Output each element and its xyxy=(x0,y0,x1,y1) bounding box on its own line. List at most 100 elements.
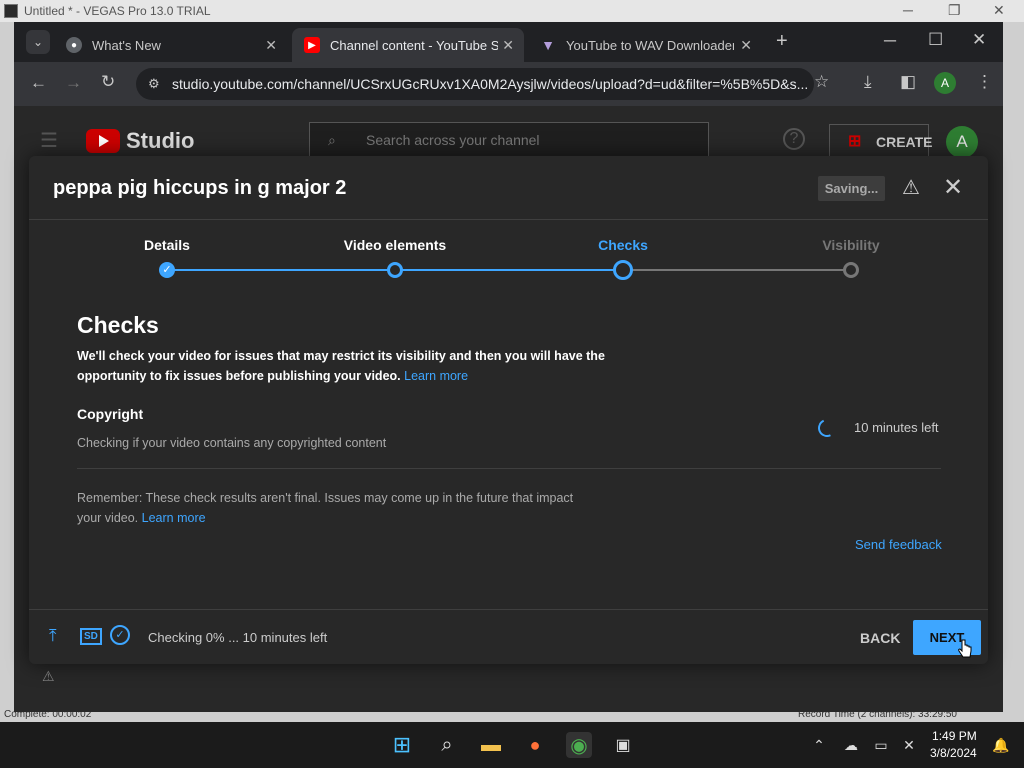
step-visibility[interactable]: Visibility xyxy=(771,237,931,253)
vegas-logo-icon xyxy=(4,4,18,18)
send-feedback-link[interactable]: Send feedback xyxy=(855,537,942,552)
upload-dialog: peppa pig hiccups in g major 2 Saving...… xyxy=(29,156,988,664)
windows-start-icon[interactable]: ⊞ xyxy=(389,732,415,758)
tab-label: Channel content - YouTube Studio xyxy=(330,37,498,53)
chrome-icon: ● xyxy=(66,37,82,53)
studio-logo[interactable]: Studio xyxy=(86,128,194,154)
search-placeholder: Search across your channel xyxy=(366,132,540,148)
vegas-title-bar: Untitled * - VEGAS Pro 13.0 TRIAL ─ ❐ ✕ xyxy=(0,0,1024,22)
vegas-taskbar-icon[interactable]: ▣ xyxy=(610,732,636,758)
step-details[interactable]: Details xyxy=(87,237,247,253)
vegas-left-panel xyxy=(0,22,14,722)
bookmark-star-icon[interactable]: ☆ xyxy=(814,72,829,92)
progress-line-pending xyxy=(623,269,851,271)
v-logo-icon: ▼ xyxy=(541,37,555,53)
tab-strip: ⌄ ● What's New ✕ ▶ Channel content - You… xyxy=(14,22,1003,62)
restore-icon[interactable]: ❐ xyxy=(948,2,961,19)
checks-description: We'll check your video for issues that m… xyxy=(77,346,607,386)
firefox-icon[interactable]: ● xyxy=(522,732,548,758)
step-checks[interactable]: Checks xyxy=(543,237,703,253)
side-panel-icon[interactable]: ◧ xyxy=(900,72,916,92)
step-dot-visibility xyxy=(843,262,859,278)
maximize-icon[interactable]: ☐ xyxy=(928,30,943,50)
saving-badge: Saving... xyxy=(818,176,885,201)
volume-muted-icon[interactable]: ✕ xyxy=(896,732,922,758)
url-text: studio.youtube.com/channel/UCSrxUGcRUxv1… xyxy=(172,76,809,92)
studio-search-input[interactable]: ⌕ Search across your channel xyxy=(309,122,709,158)
checks-check-icon: ✓ xyxy=(110,625,130,645)
browser-window: ⌄ ● What's New ✕ ▶ Channel content - You… xyxy=(14,22,1003,712)
help-icon[interactable]: ? xyxy=(783,128,805,150)
notification-bell-icon[interactable]: 🔔 xyxy=(988,732,1014,758)
step-dot-checks xyxy=(613,260,633,280)
file-explorer-icon[interactable]: ▬ xyxy=(478,732,504,758)
close-tab-icon[interactable]: ✕ xyxy=(265,37,277,54)
step-done-check-icon: ✓ xyxy=(159,262,175,278)
create-video-icon: ⊞ xyxy=(848,133,862,150)
sd-badge-icon: SD xyxy=(80,628,102,645)
taskbar-search-icon[interactable]: ⌕ xyxy=(434,732,460,758)
close-dialog-icon[interactable]: ✕ xyxy=(943,173,963,202)
close-icon[interactable]: ✕ xyxy=(993,2,1005,19)
step-dot-video-elements xyxy=(387,262,403,278)
tab-channel-content[interactable]: ▶ Channel content - YouTube Studio ✕ xyxy=(292,28,524,62)
copyright-time-left: 10 minutes left xyxy=(854,420,939,435)
taskbar-clock[interactable]: 1:49 PM 3/8/2024 xyxy=(930,728,977,762)
tab-wav-downloader[interactable]: ▼ YouTube to WAV Downloader(1 ✕ xyxy=(528,28,762,62)
step-video-elements[interactable]: Video elements xyxy=(315,237,475,253)
report-issue-icon[interactable]: ⚠ xyxy=(902,175,920,200)
download-icon[interactable]: ⤓ xyxy=(864,72,872,92)
feedback-icon[interactable]: ⚠ xyxy=(42,668,55,685)
hamburger-menu-icon[interactable]: ☰ xyxy=(40,128,58,153)
clock-date: 3/8/2024 xyxy=(930,746,977,760)
new-tab-icon[interactable]: + xyxy=(776,30,788,53)
profile-avatar[interactable]: A xyxy=(934,72,956,94)
forward-icon[interactable]: → xyxy=(65,73,82,93)
minimize-icon[interactable]: ─ xyxy=(903,2,913,18)
learn-more-link[interactable]: Learn more xyxy=(404,369,468,383)
remember-note: Remember: These check results aren't fin… xyxy=(77,488,577,528)
tab-label: What's New xyxy=(92,37,161,53)
windows-taskbar: ⊞ ⌕ ▬ ● ◉ ▣ ⌃ ☁ ▭ ✕ 1:49 PM 3/8/2024 🔔 xyxy=(0,722,1024,768)
search-icon: ⌕ xyxy=(328,132,336,148)
chrome-taskbar-icon[interactable]: ◉ xyxy=(566,732,592,758)
close-tab-icon[interactable]: ✕ xyxy=(502,37,514,54)
menu-icon[interactable]: ⋮ xyxy=(976,72,993,92)
tab-search-icon[interactable]: ⌄ xyxy=(26,30,50,54)
clock-time: 1:49 PM xyxy=(932,729,977,743)
site-info-icon[interactable]: ⚙ xyxy=(148,68,160,100)
vegas-window-title: Untitled * - VEGAS Pro 13.0 TRIAL xyxy=(24,4,211,18)
dialog-footer: ⤒ SD ✓ Checking 0% ... 10 minutes left B… xyxy=(29,610,988,664)
section-divider xyxy=(77,468,941,469)
tab-whats-new[interactable]: ● What's New ✕ xyxy=(54,28,287,62)
tab-label: YouTube to WAV Downloader(1 xyxy=(566,37,734,53)
dialog-divider xyxy=(29,219,988,220)
back-button[interactable]: BACK xyxy=(860,630,900,646)
checks-heading: Checks xyxy=(77,312,159,338)
checks-description-text: We'll check your video for issues that m… xyxy=(77,349,605,383)
reload-icon[interactable]: ↻ xyxy=(101,72,115,92)
upload-status: Checking 0% ... 10 minutes left xyxy=(148,630,328,645)
remember-learn-more-link[interactable]: Learn more xyxy=(142,511,206,525)
browser-toolbar: ← → ↻ ⚙ studio.youtube.com/channel/UCSrx… xyxy=(14,62,1003,106)
studio-avatar[interactable]: A xyxy=(946,126,978,158)
address-bar[interactable]: ⚙ studio.youtube.com/channel/UCSrxUGcRUx… xyxy=(136,68,814,100)
display-icon[interactable]: ▭ xyxy=(868,732,894,758)
create-button[interactable]: ⊞ CREATE xyxy=(829,124,933,160)
close-window-icon[interactable]: ✕ xyxy=(972,30,986,50)
show-hidden-icons-icon[interactable]: ⌃ xyxy=(806,732,832,758)
youtube-play-icon xyxy=(86,129,120,153)
hand-cursor-icon xyxy=(958,639,972,658)
close-tab-icon[interactable]: ✕ xyxy=(740,37,752,54)
create-label: CREATE xyxy=(876,134,933,150)
network-icon[interactable]: ☁ xyxy=(838,732,864,758)
back-icon[interactable]: ← xyxy=(30,73,47,93)
upload-icon: ⤒ xyxy=(49,626,57,645)
copyright-heading: Copyright xyxy=(77,406,144,422)
vegas-right-panel xyxy=(1003,22,1024,722)
minimize-icon[interactable]: ─ xyxy=(884,31,896,51)
studio-logo-text: Studio xyxy=(126,128,195,153)
copyright-description: Checking if your video contains any copy… xyxy=(77,436,387,450)
loading-spinner-icon xyxy=(815,416,839,440)
youtube-icon: ▶ xyxy=(304,37,320,53)
